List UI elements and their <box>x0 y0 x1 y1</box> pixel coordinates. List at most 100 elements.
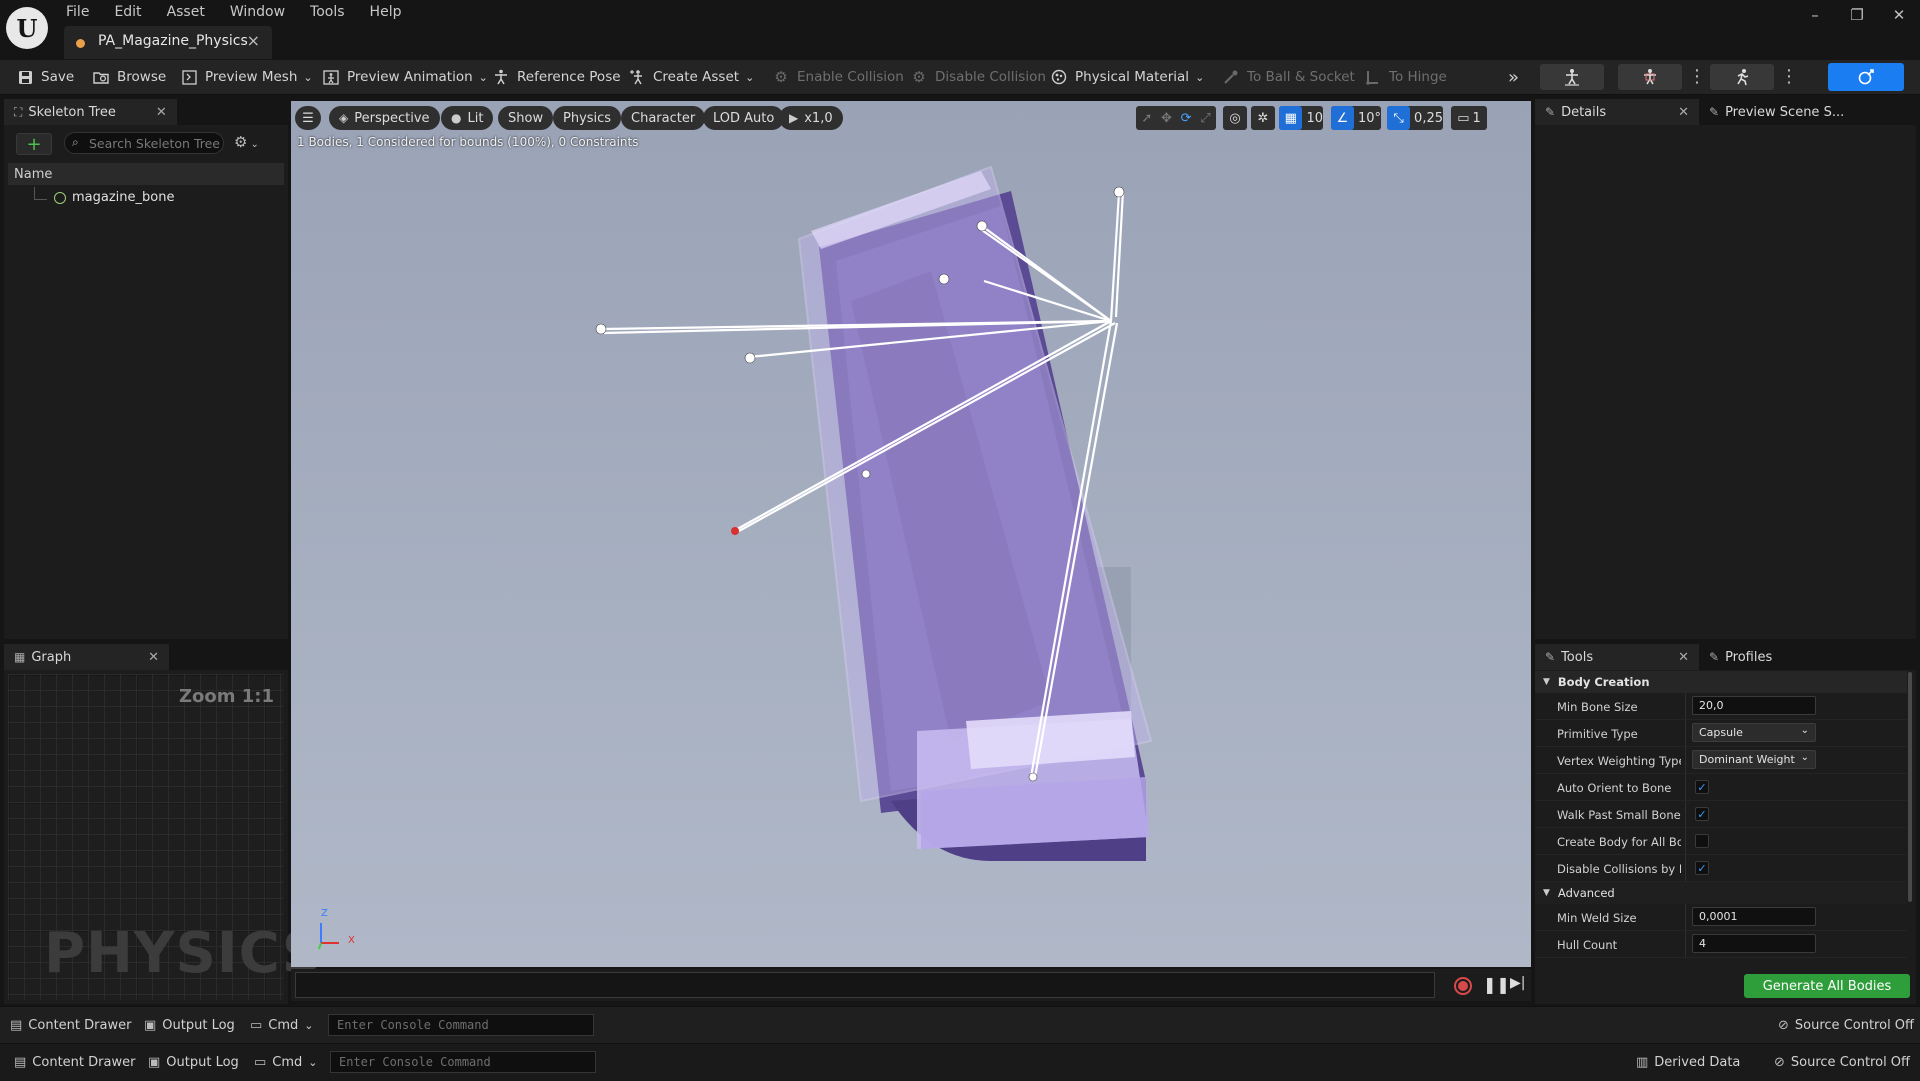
restore-button[interactable]: ❐ <box>1837 6 1877 24</box>
details-tab[interactable]: ✎ Details ✕ <box>1535 99 1699 125</box>
rotate-icon[interactable]: ⟳ <box>1181 111 1192 126</box>
animation-mode-button[interactable] <box>1710 64 1774 90</box>
primitive-type-row: Primitive Type Capsule ⌄ <box>1535 720 1907 747</box>
cmd-dropdown-lower[interactable]: ▭ Cmd ⌄ <box>254 1044 318 1080</box>
browse-button[interactable]: Browse <box>92 60 166 94</box>
disable-collisions-checkbox[interactable]: ✓ <box>1695 861 1709 875</box>
graph-tab[interactable]: ▦ Graph ✕ <box>4 644 169 670</box>
physical-material-button[interactable]: Physical Material ⌄ <box>1050 60 1204 94</box>
menu-edit[interactable]: Edit <box>114 4 154 20</box>
simulate-button[interactable] <box>1828 63 1904 91</box>
preview-scene-settings-tab[interactable]: ✎ Preview Scene S... <box>1699 99 1869 125</box>
enable-collision-button[interactable]: ⚙ Enable Collision <box>772 60 904 94</box>
animation-icon <box>322 68 340 86</box>
min-weld-size-row: Min Weld Size 0,0001 <box>1535 904 1907 931</box>
surface-snap-icon[interactable]: ✲ <box>1251 106 1275 130</box>
min-bone-size-input[interactable]: 20,0 <box>1692 696 1816 715</box>
output-log-icon: ▣ <box>148 1054 161 1070</box>
translate-icon[interactable]: ✥ <box>1161 111 1172 126</box>
derived-data-button[interactable]: ▥ Derived Data <box>1636 1044 1740 1080</box>
add-bone-button[interactable]: + <box>16 133 52 155</box>
generate-all-bodies-button[interactable]: Generate All Bodies <box>1744 974 1910 998</box>
document-tab[interactable]: PA_Magazine_Physics × <box>64 26 272 59</box>
menu-window[interactable]: Window <box>230 4 298 20</box>
content-drawer-button-lower[interactable]: ▤ Content Drawer <box>14 1044 135 1080</box>
pause-icon[interactable]: ❚❚ <box>1483 975 1510 994</box>
physics-mode-button[interactable] <box>1618 64 1682 90</box>
physics-mode-options-icon[interactable]: ⋮ <box>1688 66 1706 87</box>
viewport-options-button[interactable]: ☰ <box>295 106 321 130</box>
minimize-button[interactable]: – <box>1795 6 1835 24</box>
save-button[interactable]: Save <box>16 60 74 94</box>
content-drawer-button[interactable]: ▤ Content Drawer <box>10 1007 131 1043</box>
source-control-button-lower[interactable]: ⊘ Source Control Off <box>1774 1044 1910 1080</box>
output-log-icon: ▣ <box>144 1017 157 1033</box>
disable-collision-button[interactable]: ⚙ Disable Collision <box>910 60 1046 94</box>
create-body-checkbox[interactable] <box>1695 834 1709 848</box>
hull-count-input[interactable]: 4 <box>1692 934 1816 953</box>
physics-button[interactable]: Physics <box>553 106 622 130</box>
step-forward-icon[interactable]: ▶| <box>1510 975 1525 991</box>
reference-pose-button[interactable]: Reference Pose <box>492 60 621 94</box>
select-icon[interactable]: ➚ <box>1141 111 1152 126</box>
record-button[interactable] <box>1454 977 1472 995</box>
close-tab-icon[interactable]: × <box>247 31 260 50</box>
toolbar-overflow-icon[interactable]: » <box>1508 60 1519 94</box>
output-log-button[interactable]: ▣ Output Log <box>144 1007 235 1043</box>
primitive-type-select[interactable]: Capsule ⌄ <box>1692 723 1816 742</box>
animation-mode-options-icon[interactable]: ⋮ <box>1780 66 1798 87</box>
min-weld-size-input[interactable]: 0,0001 <box>1692 907 1816 926</box>
auto-orient-label: Auto Orient to Bone <box>1557 781 1672 795</box>
vertex-weighting-select[interactable]: Dominant Weight ⌄ <box>1692 750 1816 769</box>
unreal-logo-icon[interactable]: U <box>6 7 48 49</box>
timeline-scrubber[interactable] <box>295 972 1435 998</box>
scale-icon[interactable]: ⤢ <box>1200 111 1210 126</box>
menu-file[interactable]: File <box>66 4 102 20</box>
viewport[interactable]: ☰ ◈ Perspective ● Lit Show Physics Charact… <box>291 101 1531 967</box>
perspective-button[interactable]: ◈ Perspective <box>329 106 440 130</box>
character-button[interactable]: Character <box>621 106 706 130</box>
walk-past-checkbox[interactable]: ✓ <box>1695 807 1709 821</box>
skeleton-editor-mode-button[interactable] <box>1540 64 1604 90</box>
tree-item-magazine-bone[interactable]: magazine_bone <box>54 190 174 205</box>
skeleton-search-input[interactable]: ⌕ Search Skeleton Tree <box>64 132 224 154</box>
output-log-button-lower[interactable]: ▣ Output Log <box>148 1044 239 1080</box>
create-asset-button[interactable]: Create Asset ⌄ <box>628 60 754 94</box>
play-speed-button[interactable]: ▶ x1,0 <box>779 106 843 130</box>
tools-scrollbar[interactable] <box>1908 672 1912 902</box>
world-local-toggle-icon[interactable]: ◎ <box>1223 106 1247 130</box>
close-icon[interactable]: ✕ <box>148 650 159 665</box>
close-icon[interactable]: ✕ <box>156 105 167 120</box>
console-command-input[interactable]: Enter Console Command <box>328 1014 594 1036</box>
auto-orient-checkbox[interactable]: ✓ <box>1695 780 1709 794</box>
gear-icon[interactable]: ⚙ ⌄ <box>234 133 259 151</box>
menu-asset[interactable]: Asset <box>167 4 218 20</box>
close-icon[interactable]: ✕ <box>1678 650 1689 665</box>
to-ball-socket-button[interactable]: To Ball & Socket <box>1222 60 1355 94</box>
preview-mesh-button[interactable]: Preview Mesh ⌄ <box>180 60 313 94</box>
to-hinge-button[interactable]: To Hinge <box>1364 60 1447 94</box>
close-icon[interactable]: ✕ <box>1678 105 1689 120</box>
close-window-button[interactable]: ✕ <box>1879 6 1919 24</box>
ball-socket-icon <box>1222 68 1240 86</box>
camera-speed-button[interactable]: ▭ 1 <box>1451 106 1487 130</box>
name-column-header[interactable]: Name <box>8 163 284 185</box>
body-creation-section[interactable]: ▼ Body Creation <box>1535 671 1907 693</box>
lit-button[interactable]: ● Lit <box>441 106 494 130</box>
skeleton-tree-tab[interactable]: ⛶ Skeleton Tree ✕ <box>4 99 177 125</box>
rotation-snap-button[interactable]: ∠ 10° <box>1331 106 1381 130</box>
show-button[interactable]: Show <box>498 106 554 130</box>
preview-animation-button[interactable]: Preview Animation ⌄ <box>322 60 488 94</box>
scale-snap-button[interactable]: ⤡ 0,25 <box>1387 106 1443 130</box>
cmd-dropdown[interactable]: ▭ Cmd ⌄ <box>250 1007 314 1043</box>
tools-tab[interactable]: ✎ Tools ✕ <box>1535 644 1699 670</box>
source-control-button[interactable]: ⊘ Source Control Off <box>1778 1007 1914 1043</box>
console-command-input-lower[interactable]: Enter Console Command <box>330 1051 596 1073</box>
profiles-tab[interactable]: ✎ Profiles <box>1699 644 1839 670</box>
menu-help[interactable]: Help <box>370 4 415 20</box>
graph-canvas[interactable]: Zoom 1:1 PHYSICS <box>8 674 322 1000</box>
menu-tools[interactable]: Tools <box>310 4 358 20</box>
advanced-section[interactable]: ▼ Advanced <box>1535 882 1907 904</box>
grid-snap-button[interactable]: ▦ 10 <box>1279 106 1323 130</box>
lod-button[interactable]: LOD Auto <box>703 106 785 130</box>
